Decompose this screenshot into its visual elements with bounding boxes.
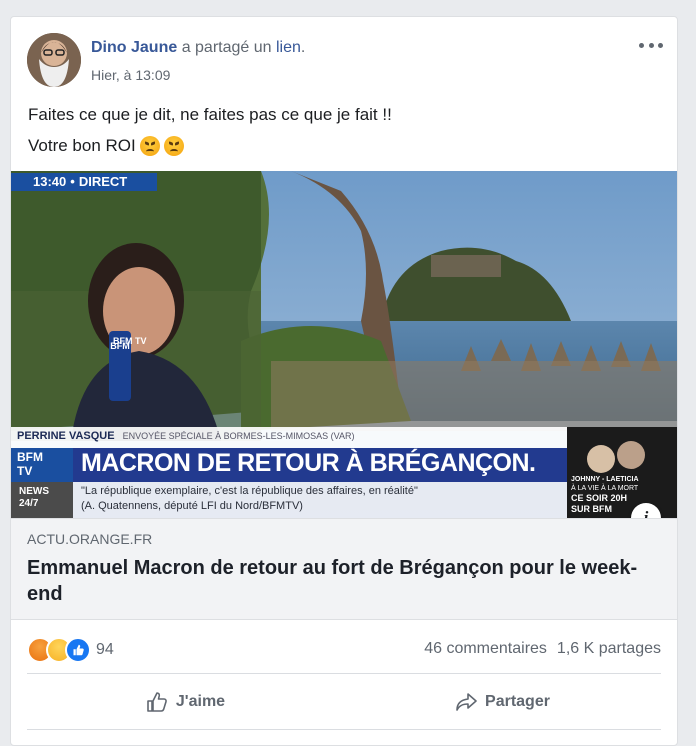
share-arrow-icon [456,693,477,711]
bfm-logo-bottom: TV [17,464,33,478]
promo-box: JOHNNY - LAETICIA À LA VIE À LA MORT CE … [571,475,675,515]
like-button[interactable]: J'aime [27,679,344,725]
promo-top: JOHNNY - LAETICIA [571,476,639,483]
ticker-label-bottom: 24/7 [19,498,39,509]
mic-logo: BFM TV [113,336,147,346]
actions-divider [27,673,661,674]
link-domain: ACTU.ORANGE.FR [27,531,153,547]
share-verb: a partagé un [181,39,272,56]
reaction-count: 94 [96,641,114,658]
post-card: Dino Jaune a partagé un lien. Hier, à 13… [10,16,678,746]
comments-count[interactable]: 46 commentaires [424,640,547,658]
ticker-label-top: NEWS [19,486,49,497]
like-reaction-icon [65,637,91,663]
engagement-counts: 46 commentaires 1,6 K partages [424,640,661,658]
ticker-quote: "La république exemplaire, c'est la répu… [81,484,418,514]
live-time-badge: 13:40 • DIRECT [33,174,127,189]
reporter-name: PERRINE VASQUE [17,430,115,442]
shares-count[interactable]: 1,6 K partages [557,640,661,658]
link-preview-image[interactable]: BFM 13:40 • DIRECT BFM TV PERRINE VASQUE… [11,171,677,518]
post-actions: J'aime Partager [27,679,661,725]
shared-link-word[interactable]: lien [276,39,301,56]
post-stats: 94 46 commentaires 1,6 K partages [11,627,677,671]
broadcast-time: 13:40 [33,174,67,189]
ticker-quote-line1: "La république exemplaire, c'est la répu… [81,485,418,497]
reaction-summary[interactable]: 94 [27,637,114,663]
ticker-quote-line2: (A. Quatennens, député LFI du Nord/BFMTV… [81,500,303,512]
ticker-label: NEWS 24/7 [19,486,49,510]
header-punctuation: . [300,39,306,56]
dot-icon [658,42,663,48]
promo-mid: À LA VIE À LA MORT [571,485,639,492]
like-label: J'aime [175,693,226,710]
angry-emoji-icon [163,136,184,156]
author-name[interactable]: Dino Jaune [91,39,177,56]
author-avatar[interactable] [27,33,81,87]
post-text-line2-label: Votre bon ROI [28,136,136,155]
live-dot: • [70,174,75,189]
link-preview-meta[interactable]: ACTU.ORANGE.FR Emmanuel Macron de retour… [11,518,677,620]
promo-bottom: CE SOIR 20H [571,493,628,503]
actions-bottom-divider [27,729,661,730]
dot-icon [648,42,654,48]
reporter-lower-third: PERRINE VASQUE ENVOYÉE SPÉCIALE À BORMES… [17,430,354,442]
post-header: Dino Jaune a partagé un lien. [91,39,305,57]
bfm-logo-top: BFM [17,450,43,464]
thumbs-up-icon [147,692,167,712]
share-button[interactable]: Partager [344,679,661,725]
post-timestamp[interactable]: Hier, à 13:09 [91,67,170,83]
share-label: Partager [485,693,550,710]
post-text-line2: Votre bon ROI [28,136,184,156]
avatar-portrait [27,33,81,87]
link-headline[interactable]: Emmanuel Macron de retour au fort de Bré… [27,555,647,607]
more-options-button[interactable] [639,37,663,53]
banner-headline: MACRON DE RETOUR À BRÉGANÇON. [81,449,536,477]
post-text-line1: Faites ce que je dit, ne faites pas ce q… [28,105,392,124]
dot-icon [639,42,644,48]
live-label: DIRECT [78,174,128,189]
bfm-logo: BFM TV [17,450,67,478]
reporter-role: ENVOYÉE SPÉCIALE À BORMES-LES-MIMOSAS (V… [122,431,355,441]
angry-emoji-icon [139,136,160,156]
